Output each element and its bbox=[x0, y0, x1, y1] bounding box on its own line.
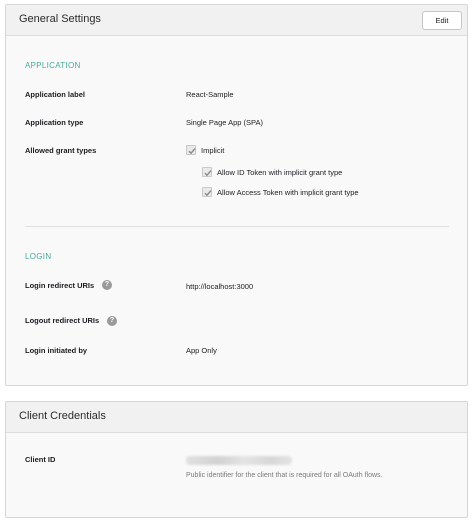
allow-access-token-label: Allow Access Token with implicit grant t… bbox=[217, 188, 359, 197]
application-label-value: React-Sample bbox=[186, 90, 234, 99]
login-redirect-value: http://localhost:3000 bbox=[186, 282, 254, 291]
application-section-heading: APPLICATION bbox=[25, 61, 81, 70]
allow-id-token-checkbox[interactable] bbox=[202, 167, 212, 177]
allow-access-token-checkbox[interactable] bbox=[202, 187, 212, 197]
login-redirect-label: Login redirect URIs bbox=[25, 281, 95, 290]
checkmark-icon bbox=[204, 170, 212, 177]
client-id-value-redacted bbox=[186, 456, 292, 465]
implicit-checkbox[interactable] bbox=[186, 145, 196, 155]
panel-title: General Settings bbox=[19, 13, 101, 25]
login-section-heading: LOGIN bbox=[25, 252, 52, 261]
allow-id-token-label: Allow ID Token with implicit grant type bbox=[217, 168, 343, 177]
application-type-value: Single Page App (SPA) bbox=[186, 118, 263, 127]
login-initiated-value: App Only bbox=[186, 346, 217, 355]
implicit-checkbox-label: Implicit bbox=[201, 146, 225, 155]
question-circle-icon[interactable]: ? bbox=[107, 316, 117, 326]
general-settings-panel: General Settings Edit APPLICATION Applic… bbox=[5, 4, 468, 386]
question-circle-icon[interactable]: ? bbox=[102, 280, 112, 290]
client-credentials-header: Client Credentials bbox=[6, 402, 467, 433]
client-credentials-panel: Client Credentials Client ID Public iden… bbox=[5, 401, 468, 518]
client-id-hint: Public identifier for the client that is… bbox=[186, 472, 383, 479]
edit-button[interactable]: Edit bbox=[422, 11, 462, 30]
client-id-label: Client ID bbox=[25, 455, 56, 464]
grant-types-label: Allowed grant types bbox=[25, 146, 97, 155]
section-divider bbox=[25, 226, 449, 227]
logout-redirect-label: Logout redirect URIs bbox=[25, 316, 100, 325]
checkmark-icon bbox=[188, 148, 196, 155]
application-label-label: Application label bbox=[25, 90, 86, 99]
general-settings-header: General Settings Edit bbox=[6, 5, 467, 36]
checkmark-icon bbox=[204, 190, 212, 197]
application-type-label: Application type bbox=[25, 118, 84, 127]
login-initiated-label: Login initiated by bbox=[25, 346, 88, 355]
panel-title: Client Credentials bbox=[19, 410, 106, 422]
